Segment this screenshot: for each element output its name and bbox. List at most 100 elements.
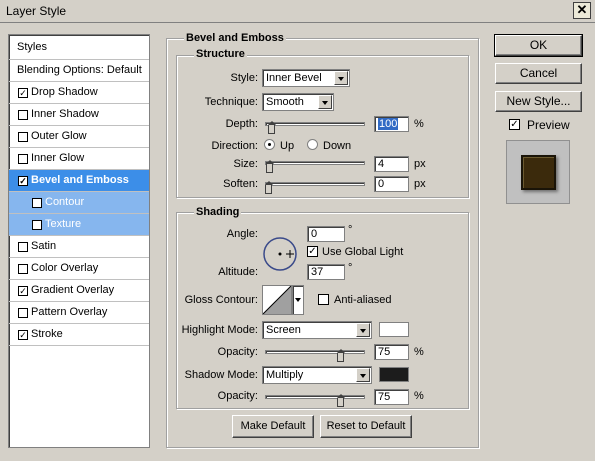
depth-slider-thumb[interactable] [268,121,276,134]
style-item-label: Outer Glow [31,130,87,142]
highlight-opacity-thumb[interactable] [337,349,345,362]
depth-slider-track[interactable] [265,122,365,126]
use-global-light-checkbox[interactable]: ✓ [307,246,318,257]
angle-value: 0 [311,228,318,240]
cancel-button[interactable]: Cancel [495,63,582,84]
style-item-stroke[interactable]: ✓ Stroke [9,324,149,346]
style-item-satin[interactable]: Satin [9,236,149,258]
shadow-opacity-track[interactable] [265,395,365,399]
depth-value: 100 [378,118,399,130]
blending-options-item[interactable]: Blending Options: Default [9,60,149,82]
shadow-opacity-thumb[interactable] [337,394,345,407]
technique-label: Technique: [204,96,258,108]
style-item-label: Pattern Overlay [31,306,108,318]
style-item-label: Texture [45,218,82,230]
checkbox-drop-shadow[interactable]: ✓ [18,88,28,98]
altitude-unit: ° [348,262,353,274]
style-item-contour[interactable]: Contour [9,192,149,214]
highlight-color-swatch[interactable] [379,322,409,337]
title-bar: Layer Style ✕ [0,0,595,22]
style-item-outer-glow[interactable]: Outer Glow [9,126,149,148]
shadow-opacity-input[interactable]: 75 [374,389,409,405]
soften-unit: px [414,178,426,190]
highlight-mode-label: Highlight Mode: [181,324,258,336]
style-item-bevel-emboss[interactable]: ✓ Bevel and Emboss [9,170,149,192]
gloss-contour-label: Gloss Contour: [184,294,258,306]
soften-input[interactable]: 0 [374,176,409,192]
checkbox-color-overlay[interactable] [18,264,28,274]
highlight-opacity-label: Opacity: [217,346,258,358]
make-default-button[interactable]: Make Default [232,415,314,438]
highlight-opacity-value: 75 [378,346,391,358]
checkbox-bevel-emboss[interactable]: ✓ [18,176,28,186]
style-item-label: Color Overlay [31,262,99,274]
gloss-contour-dropdown[interactable] [292,285,304,315]
angle-dial[interactable] [262,236,298,272]
styles-header[interactable]: Styles [9,35,149,60]
shadow-mode-label: Shadow Mode: [184,369,258,381]
chevron-down-icon [356,368,370,382]
soften-value: 0 [378,178,385,190]
style-item-label: Inner Shadow [31,108,99,120]
style-item-texture[interactable]: Texture [9,214,149,236]
size-slider-thumb[interactable] [266,160,274,173]
angle-input[interactable]: 0 [307,226,345,242]
highlight-opacity-track[interactable] [265,350,365,354]
direction-up-radio[interactable] [264,139,275,150]
angle-label: Angle: [226,228,258,240]
angle-unit: ° [348,224,353,236]
style-item-label: Stroke [31,328,63,340]
checkbox-satin[interactable] [18,242,28,252]
shadow-color-swatch[interactable] [379,367,409,382]
shading-title: Shading [194,206,242,218]
soften-slider-track[interactable] [265,182,365,186]
highlight-opacity-input[interactable]: 75 [374,344,409,360]
checkbox-pattern-overlay[interactable] [18,308,28,318]
style-item-inner-glow[interactable]: Inner Glow [9,148,149,170]
gloss-contour-picker[interactable] [262,285,292,315]
checkbox-outer-glow[interactable] [18,132,28,142]
shadow-opacity-label: Opacity: [217,390,258,402]
altitude-input[interactable]: 37 [307,264,345,280]
contour-curve-icon [262,285,292,315]
size-value: 4 [378,158,385,170]
highlight-mode-select[interactable]: Screen [262,321,372,339]
direction-up-label: Up [280,140,295,152]
anti-aliased-checkbox[interactable] [318,294,329,305]
checkbox-stroke[interactable]: ✓ [18,330,28,340]
checkbox-contour[interactable] [32,198,42,208]
size-slider-track[interactable] [265,161,365,165]
soften-label: Soften: [223,178,258,190]
checkbox-texture[interactable] [32,220,42,230]
style-item-gradient-overlay[interactable]: ✓ Gradient Overlay [9,280,149,302]
highlight-mode-value: Screen [266,324,301,336]
style-item-color-overlay[interactable]: Color Overlay [9,258,149,280]
preview-checkbox[interactable]: ✓ [509,119,520,130]
direction-down-label: Down [323,140,352,152]
style-select-value: Inner Bevel [266,72,322,84]
shadow-mode-select[interactable]: Multiply [262,366,372,384]
close-icon: ✕ [576,2,588,17]
new-style-button[interactable]: New Style... [495,91,582,112]
style-item-inner-shadow[interactable]: Inner Shadow [9,104,149,126]
technique-select[interactable]: Smooth [262,93,334,111]
checkbox-inner-glow[interactable] [18,154,28,164]
preview-box [506,140,570,204]
checkbox-inner-shadow[interactable] [18,110,28,120]
style-select[interactable]: Inner Bevel [262,69,350,87]
size-input[interactable]: 4 [374,156,409,172]
direction-down-radio[interactable] [307,139,318,150]
style-item-drop-shadow[interactable]: ✓ Drop Shadow [9,82,149,104]
bevel-emboss-title: Bevel and Emboss [184,32,286,44]
highlight-opacity-unit: % [414,346,424,358]
structure-title: Structure [194,48,247,60]
depth-input[interactable]: 100 [374,116,409,132]
depth-unit: % [414,118,424,130]
reset-default-button[interactable]: Reset to Default [320,415,412,438]
close-button[interactable]: ✕ [573,2,591,19]
ok-button[interactable]: OK [494,34,583,57]
style-item-pattern-overlay[interactable]: Pattern Overlay [9,302,149,324]
soften-slider-thumb[interactable] [265,181,273,194]
chevron-down-icon [318,95,332,109]
checkbox-gradient-overlay[interactable]: ✓ [18,286,28,296]
